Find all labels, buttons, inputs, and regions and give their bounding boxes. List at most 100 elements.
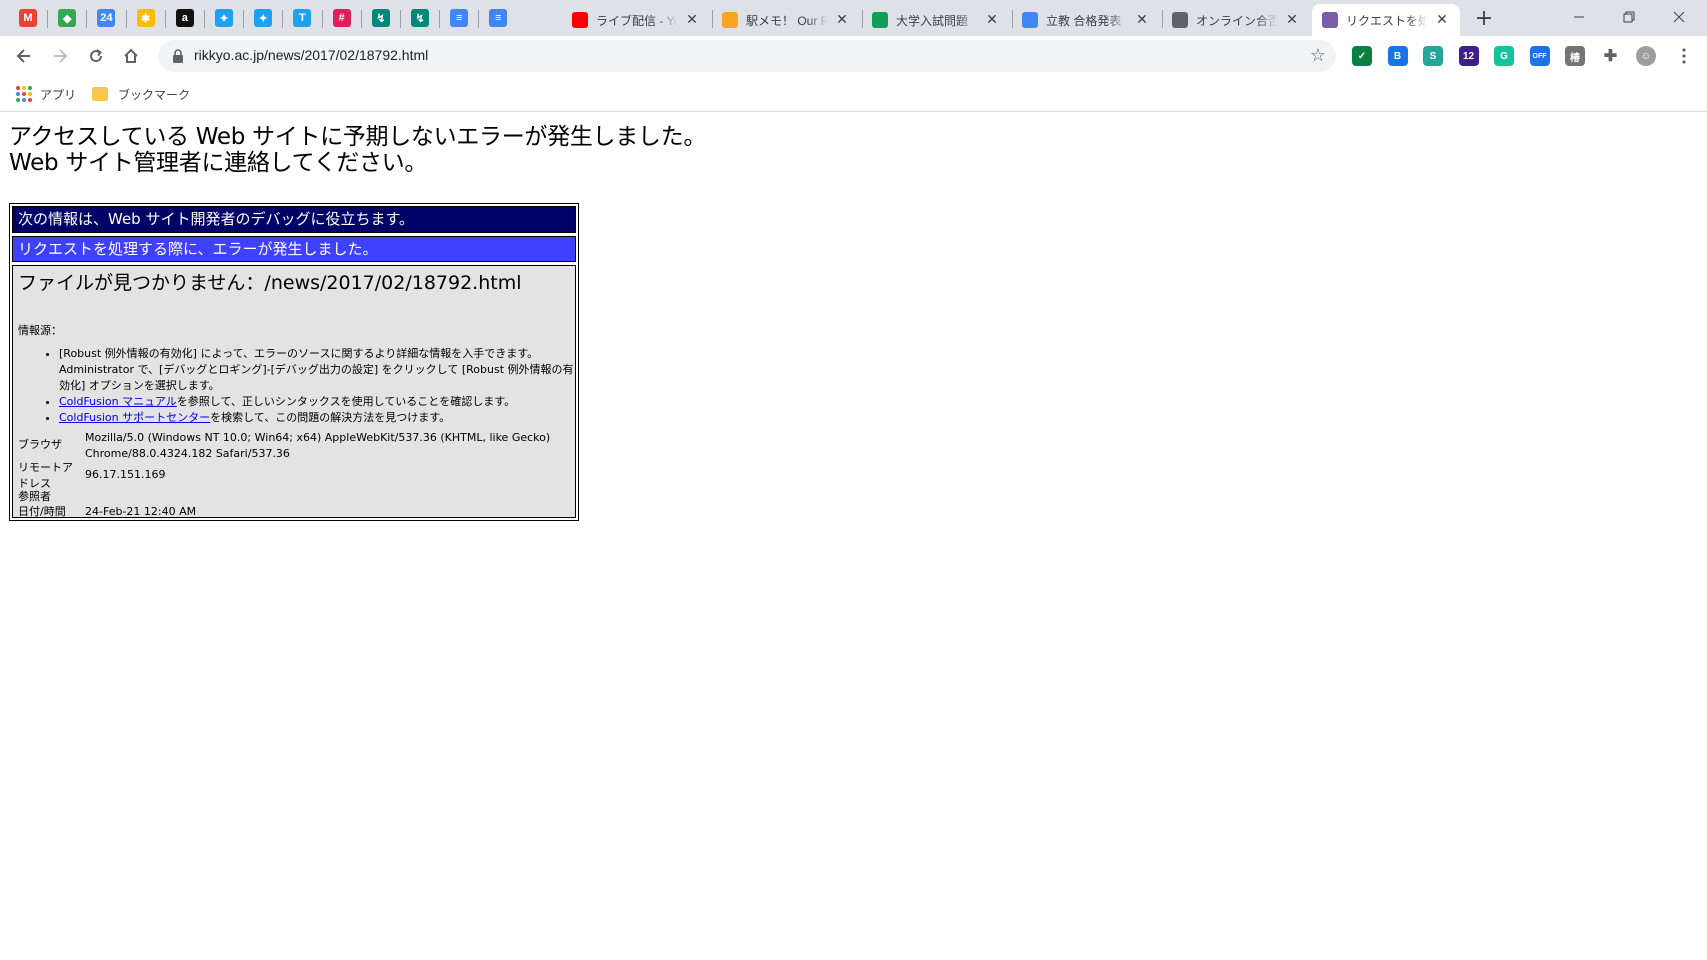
pinned-tab-photos[interactable]: ✱: [126, 4, 166, 32]
minimize-button[interactable]: [1556, 0, 1602, 34]
pinned-tab-app-b[interactable]: ↯: [400, 4, 440, 32]
maps-pin-icon: ◆: [58, 9, 77, 27]
coldfusion-manual-link[interactable]: ColdFusion マニュアル: [59, 395, 177, 408]
info-item-suffix: を参照して、正しいシンタックスを使用していることを確認します。: [176, 395, 516, 408]
pinned-tab-maps[interactable]: ◆: [47, 4, 87, 32]
url-text[interactable]: rikkyo.ac.jp/news/2017/02/18792.html: [194, 47, 428, 63]
tab-close-icon[interactable]: ✕: [1434, 12, 1450, 28]
error-heading-line2: Web サイト管理者に連絡してください。: [9, 150, 428, 176]
bookmark-folder[interactable]: ブックマーク: [92, 83, 190, 105]
tab-separator: [1162, 10, 1163, 28]
meet-off-icon[interactable]: OFF: [1529, 46, 1550, 66]
datetime-value: 24-Feb-21 12:40 AM: [85, 505, 197, 518]
browser-tab[interactable]: 大学入試問題 ✕: [862, 4, 1010, 36]
s-ext-icon[interactable]: S: [1423, 46, 1443, 66]
calendar-icon: 24: [97, 9, 116, 27]
sheets-icon: [872, 12, 888, 28]
info-item-manual: ColdFusion マニュアルを参照して、正しいシンタックスを使用していること…: [59, 394, 574, 410]
home-icon: [124, 48, 138, 63]
reload-icon: [90, 49, 103, 63]
tab-close-icon[interactable]: ✕: [984, 12, 1000, 28]
tab-separator: [282, 10, 284, 28]
home-button[interactable]: [117, 42, 145, 70]
browser-tab[interactable]: リクエストを処理する際に ✕: [1312, 4, 1460, 36]
address-bar[interactable]: rikkyo.ac.jp/news/2017/02/18792.html ☆: [158, 40, 1336, 72]
pinned-tab-docs-a[interactable]: ≡: [439, 4, 479, 32]
browser-value: Mozilla/5.0 (Windows NT 10.0; Win64; x64…: [85, 431, 551, 460]
tab-close-icon[interactable]: ✕: [1284, 12, 1300, 28]
pinned-tab-docs-b[interactable]: ≡: [478, 4, 518, 32]
tab-close-icon[interactable]: ✕: [834, 12, 850, 28]
tab-separator: [125, 10, 127, 28]
puzzle-icon[interactable]: ✚: [1601, 46, 1621, 66]
tweetdeck-icon: T: [293, 9, 312, 27]
tab-close-icon[interactable]: ✕: [684, 12, 700, 28]
browser-toolbar: rikkyo.ac.jp/news/2017/02/18792.html ☆ ✓…: [0, 36, 1707, 76]
graduation-icon[interactable]: 12: [1458, 46, 1479, 66]
tab-separator: [1012, 10, 1013, 28]
error-detail-panel: ファイルが見つかりません：/news/2017/02/18792.html 情報…: [12, 265, 576, 518]
folder-icon: [92, 87, 108, 101]
tab-separator: [360, 10, 362, 28]
tab-title: 大学入試問題: [896, 13, 969, 28]
referrer-key: 参照者: [18, 490, 51, 503]
new-tab-button[interactable]: +: [1470, 6, 1498, 34]
tab-title: オンライン合否照会: [1196, 13, 1278, 28]
pinned-tab-tweetdeck[interactable]: T: [282, 4, 322, 32]
tab-separator: [478, 10, 480, 28]
spark-icon: ↯: [371, 9, 390, 27]
shield-icon[interactable]: ✓: [1352, 46, 1372, 66]
bookmark-apps-label: アプリ: [40, 87, 77, 102]
grammarly-icon[interactable]: G: [1494, 46, 1514, 66]
pinwheel-icon: ✱: [136, 9, 155, 27]
info-item-robust: [Robust 例外情報の有効化] によって、エラーのソースに関するより詳細な情…: [59, 346, 574, 394]
bookmark-folder-label: ブックマーク: [118, 87, 191, 102]
debug-info-box: 次の情報は、Web サイト開発者のデバッグに役立ちます。 リクエストを処理する際…: [9, 203, 579, 521]
tab-separator: [86, 10, 88, 28]
tab-separator: [47, 10, 49, 28]
tab-separator: [862, 10, 863, 28]
error-heading: アクセスしている Web サイトに予期しないエラーが発生しました。 Web サイ…: [9, 124, 706, 176]
pinned-tab-amazon[interactable]: a: [165, 4, 205, 32]
bookmark-ext-icon[interactable]: B: [1387, 46, 1408, 66]
restore-button[interactable]: [1606, 0, 1652, 34]
twitter-icon: ✦: [215, 9, 233, 27]
bookmark-apps[interactable]: アプリ: [16, 83, 76, 105]
pinned-tab-twitter-square[interactable]: ✦: [243, 4, 283, 32]
menu-button[interactable]: [1670, 42, 1698, 70]
kanji-ext-icon[interactable]: 椿: [1565, 46, 1585, 66]
forward-button[interactable]: [46, 42, 74, 70]
info-item-text: [Robust 例外情報の有効化] によって、エラーのソースに関するより詳細な情…: [59, 347, 574, 392]
pinned-tab-twitter[interactable]: ✦: [204, 4, 244, 32]
bookmark-star-icon[interactable]: ☆: [1310, 45, 1326, 66]
back-button[interactable]: [10, 42, 38, 70]
ekimemo-icon: [722, 12, 738, 28]
amazon-icon: a: [175, 9, 194, 27]
coldfusion-icon: [1322, 12, 1338, 28]
avatar-icon[interactable]: ☺: [1636, 46, 1656, 66]
bookmarks-bar: アプリ ブックマーク: [0, 76, 1707, 112]
gmail-icon: M: [19, 9, 37, 27]
pinned-tab-calendar[interactable]: 24: [86, 4, 126, 32]
pinned-tab-slack[interactable]: #: [322, 4, 362, 32]
browser-key: ブラウザ: [18, 438, 62, 451]
browser-tab[interactable]: ライブ配信 - YouTube ✕: [562, 4, 710, 36]
remote-address-value: 96.17.151.169: [85, 468, 166, 481]
coldfusion-support-link[interactable]: ColdFusion サポートセンター: [59, 411, 210, 424]
tab-close-icon[interactable]: ✕: [1134, 12, 1150, 28]
info-list: [Robust 例外情報の有効化] によって、エラーのソースに関するより詳細な情…: [59, 346, 574, 426]
debug-header: 次の情報は、Web サイト開発者のデバッグに役立ちます。: [12, 206, 576, 233]
error-title: ファイルが見つかりません：/news/2017/02/18792.html: [18, 272, 522, 294]
browser-tab[interactable]: 駅メモ！ Our Rails ✕: [712, 4, 860, 36]
pinned-tab-gmail[interactable]: M: [8, 4, 48, 32]
reload-button[interactable]: [82, 42, 110, 70]
close-window-button[interactable]: [1656, 0, 1702, 34]
source-label: 情報源：: [18, 324, 62, 337]
arrow-left-icon: [16, 49, 30, 63]
info-item-suffix: を検索して、この問題の解決方法を見つけます。: [210, 411, 451, 424]
browser-tab[interactable]: 立教 合格発表 ✕: [1012, 4, 1160, 36]
restore-icon: [1623, 11, 1635, 23]
browser-tab[interactable]: オンライン合否照会 ✕: [1162, 4, 1310, 36]
pinned-tab-app-a[interactable]: ↯: [361, 4, 401, 32]
error-bar: リクエストを処理する際に、エラーが発生しました。: [12, 236, 576, 262]
